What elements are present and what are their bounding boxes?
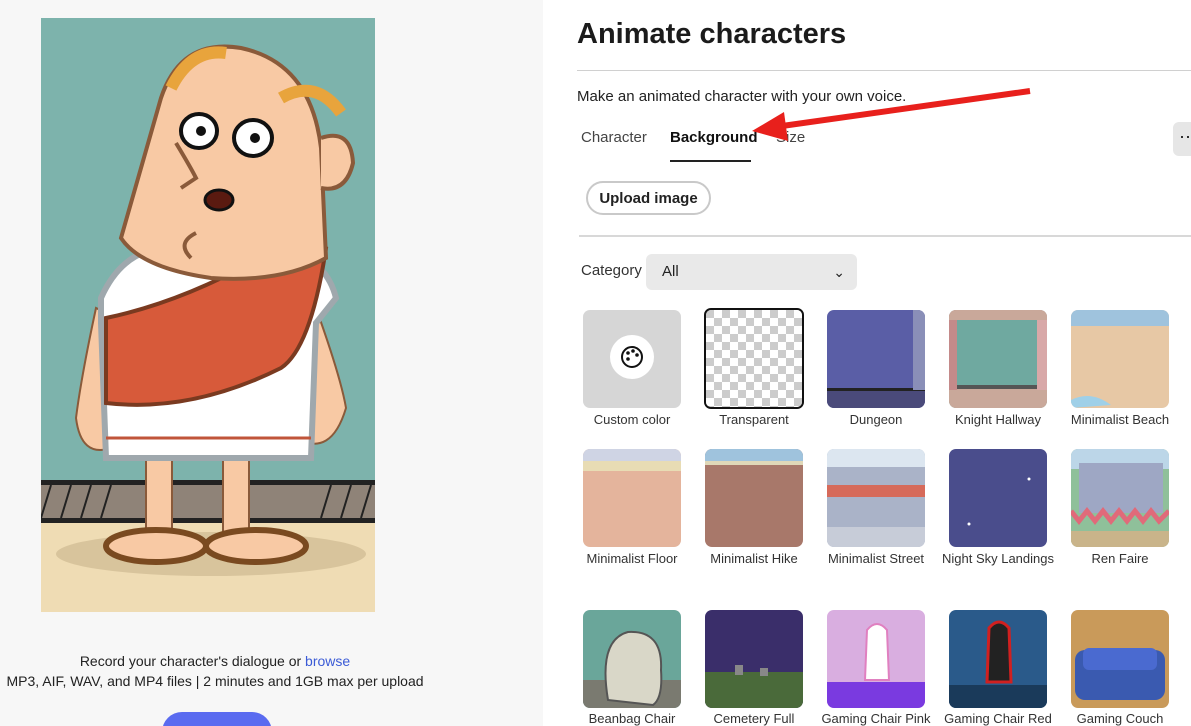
record-text: Record your character's dialogue or	[79, 653, 302, 669]
tile-label: Minimalist Hike	[710, 551, 798, 566]
ellipsis-icon[interactable]: ⋯	[1173, 122, 1191, 156]
background-tile-dungeon[interactable]	[827, 310, 925, 408]
record-instructions: Record your character's dialogue or brow…	[0, 651, 430, 691]
record-button[interactable]	[162, 712, 272, 726]
background-tile-beanbag-chair[interactable]	[583, 610, 681, 708]
category-value: All	[662, 263, 679, 280]
tile-label: Beanbag Chair	[588, 711, 676, 726]
category-label: Category	[581, 262, 642, 279]
active-tab-indicator	[670, 160, 751, 162]
background-tile-transparent[interactable]	[704, 308, 804, 409]
tile-label: Gaming Chair Pink	[821, 711, 931, 726]
divider	[577, 70, 1191, 71]
character-preview	[41, 18, 375, 612]
upload-image-button[interactable]: Upload image	[586, 181, 711, 215]
tile-label: Transparent	[719, 412, 789, 427]
settings-panel: Animate characters Make an animated char…	[543, 0, 1191, 726]
page-title: Animate characters	[577, 18, 847, 50]
tile-label: Gaming Couch	[1076, 711, 1164, 726]
background-tile-night-sky-landings[interactable]	[949, 449, 1047, 547]
background-tile-minimalist-floor[interactable]	[583, 449, 681, 547]
tab-background[interactable]: Background	[670, 129, 758, 146]
preview-pane: Record your character's dialogue or brow…	[0, 0, 543, 726]
tile-label: Minimalist Street	[827, 551, 925, 566]
background-tile-cemetery-full[interactable]	[705, 610, 803, 708]
chevron-down-icon: ⌄	[833, 264, 845, 280]
background-tile-minimalist-hike[interactable]	[705, 449, 803, 547]
background-tile-gaming-couch[interactable]	[1071, 610, 1169, 708]
tile-label: Knight Hallway	[955, 412, 1041, 427]
background-tile-ren-faire[interactable]	[1071, 449, 1169, 547]
background-tile-gaming-chair-red[interactable]	[949, 610, 1047, 708]
tile-label: Cemetery Full	[713, 711, 795, 726]
category-select[interactable]: All ⌄	[646, 254, 857, 290]
tile-label-text: Night Sky Landings	[941, 551, 1054, 566]
background-tile-custom-color[interactable]	[583, 310, 681, 408]
tile-label: Minimalist Floor	[586, 551, 678, 566]
tile-label: Custom color	[593, 412, 671, 427]
formats-text: MP3, AIF, WAV, and MP4 files | 2 minutes…	[6, 673, 424, 689]
browse-link[interactable]: browse	[305, 653, 350, 669]
tab-size[interactable]: Size	[776, 129, 805, 146]
tile-label: Night Sky Landings	[938, 548, 1058, 569]
background-tile-minimalist-beach[interactable]	[1071, 310, 1169, 408]
background-tile-minimalist-street[interactable]	[827, 449, 925, 547]
divider	[579, 235, 1191, 237]
tab-character[interactable]: Character	[581, 129, 647, 146]
tile-label: Dungeon	[849, 412, 903, 427]
page-description: Make an animated character with your own…	[577, 88, 907, 105]
background-tile-gaming-chair-pink[interactable]	[827, 610, 925, 708]
tile-label: Gaming Chair Red	[944, 711, 1052, 726]
tile-label: Ren Faire	[1091, 551, 1149, 566]
tile-label: Minimalist Beach	[1070, 412, 1170, 427]
background-tile-knight-hallway[interactable]	[949, 310, 1047, 408]
